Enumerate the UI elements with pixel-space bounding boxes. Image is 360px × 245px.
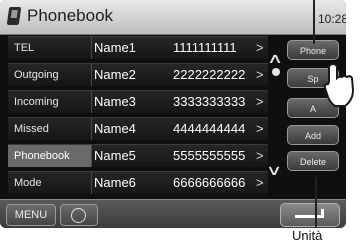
contact-name: Name1 (94, 40, 136, 55)
return-button[interactable] (280, 203, 340, 227)
contact-name: Name6 (94, 175, 136, 190)
contact-name: Name3 (94, 94, 136, 109)
menu-button[interactable]: MENU (6, 204, 56, 226)
list-row[interactable]: Missed Name4 4444444444 > (8, 117, 268, 140)
category-outgoing[interactable]: Outgoing (8, 64, 92, 86)
contact-number: 6666666666 (173, 175, 246, 190)
contact-name: Name5 (94, 148, 136, 163)
phone-icon (6, 7, 22, 25)
scroll-down-icon[interactable]: ∨ (266, 162, 282, 179)
scroll-position-indicator (272, 68, 280, 76)
contact-number: 4444444444 (173, 121, 246, 136)
contact-name: Name4 (94, 121, 136, 136)
category-mode[interactable]: Mode (8, 172, 92, 194)
detail-arrow-icon[interactable]: > (256, 145, 264, 167)
list-row[interactable]: Mode Name6 6666666666 > (8, 171, 268, 194)
phonebook-screen: Phonebook 10:28 TEL Name1 1111111111 > O… (0, 0, 346, 228)
detail-arrow-icon[interactable]: > (256, 118, 264, 140)
list-row[interactable]: Phonebook Name5 5555555555 > (8, 144, 268, 167)
scroll-up-icon[interactable]: ∧ (267, 50, 283, 67)
detail-arrow-icon[interactable]: > (256, 172, 264, 194)
add-button[interactable]: Add (287, 125, 339, 145)
detail-arrow-icon[interactable]: > (256, 64, 264, 86)
unit-callout-line (315, 177, 317, 227)
contact-number: 5555555555 (173, 148, 246, 163)
contact-number: 3333333333 (173, 94, 246, 109)
category-incoming[interactable]: Incoming (8, 91, 92, 113)
mic-icon (71, 208, 86, 223)
category-tel[interactable]: TEL (8, 37, 92, 59)
hand-pointer-icon (323, 62, 355, 107)
title-bar: Phonebook 10:28 (0, 0, 346, 35)
contact-number: 1111111111 (173, 40, 237, 55)
category-missed[interactable]: Missed (8, 118, 92, 140)
page-title: Phonebook (27, 6, 114, 25)
contact-name: Name2 (94, 67, 136, 82)
detail-arrow-icon[interactable]: > (256, 37, 264, 59)
category-phonebook[interactable]: Phonebook (8, 145, 92, 167)
list-row[interactable]: TEL Name1 1111111111 > (8, 36, 268, 59)
callout-line (313, 0, 315, 44)
list-row[interactable]: Incoming Name3 3333333333 > (8, 90, 268, 113)
unit-label: Unità (292, 228, 323, 243)
mic-button[interactable] (60, 204, 98, 226)
detail-arrow-icon[interactable]: > (256, 91, 264, 113)
list-row[interactable]: Outgoing Name2 2222222222 > (8, 63, 268, 86)
bottom-bar: MENU (0, 199, 346, 228)
delete-button[interactable]: Delete (287, 151, 339, 171)
clock: 10:28 (318, 12, 346, 26)
contact-number: 2222222222 (173, 67, 246, 82)
